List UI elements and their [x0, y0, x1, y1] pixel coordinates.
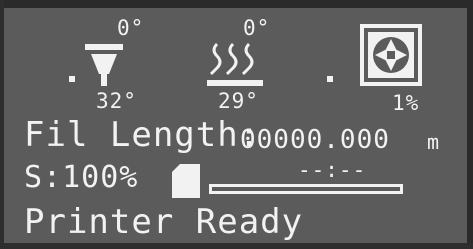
- print-progress-bar: [209, 184, 403, 194]
- bed-current-temp: 29°: [218, 89, 259, 113]
- print-time: --:--: [298, 158, 367, 182]
- print-speed: S:100%: [24, 160, 139, 195]
- bottom-bezel: [0, 243, 473, 249]
- hotend-target-temp: 0°: [117, 16, 145, 40]
- hotend-nozzle-icon: [85, 44, 123, 86]
- filament-length-value: 00000.000: [240, 125, 390, 155]
- heated-bed-icon: [207, 42, 263, 86]
- bed-indicator-dot: [327, 76, 333, 82]
- lcd-screen: 0° 32° 0° 29° 1% Fil Length: 00000.000 m…: [0, 0, 473, 249]
- fan-speed: 1%: [392, 91, 420, 115]
- sd-card-icon: [172, 164, 200, 198]
- hotend-indicator-dot: [69, 76, 75, 82]
- top-bezel: [0, 0, 473, 8]
- fan-icon: [360, 24, 422, 86]
- left-bezel: [0, 0, 4, 249]
- hotend-current-temp: 32°: [96, 89, 137, 113]
- status-message: Printer Ready: [24, 202, 304, 242]
- filament-length-label: Fil Length:: [24, 115, 261, 155]
- filament-length-unit: m: [427, 130, 440, 154]
- right-bezel: [467, 0, 473, 249]
- bed-target-temp: 0°: [243, 16, 271, 40]
